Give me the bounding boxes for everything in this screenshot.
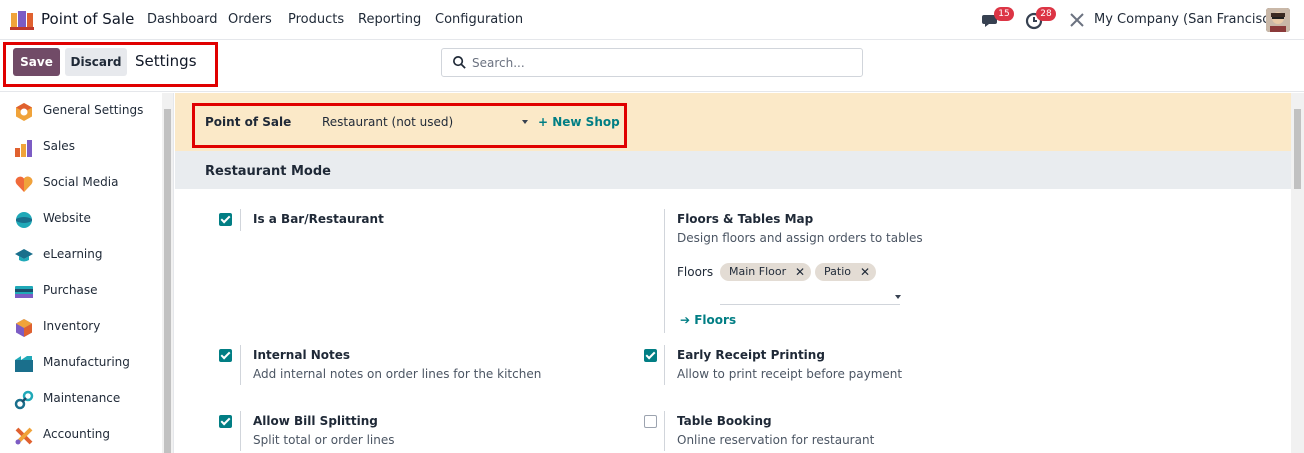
table-booking-checkbox[interactable] [644,415,657,428]
floors-link-label: Floors [694,313,737,327]
floors-input[interactable] [720,289,900,305]
sidebar-item-label: Accounting [43,427,111,441]
floor-tag-patio: Patio ✕ [815,263,876,281]
user-avatar[interactable] [1266,8,1290,32]
accounting-icon [15,427,33,445]
sidebar-item-label: Inventory [43,319,101,333]
point-of-sale-logo-icon[interactable] [10,10,34,30]
early-receipt-title: Early Receipt Printing [677,348,825,362]
bar-restaurant-title: Is a Bar/Restaurant [253,212,384,226]
sidebar-item-accounting[interactable]: Accounting [0,417,160,453]
menu-products[interactable]: Products [288,12,344,27]
table-booking-title: Table Booking [677,414,772,428]
social-media-icon [15,176,33,192]
section-title: Restaurant Mode [205,164,331,179]
sidebar-item-label: Website [43,211,91,225]
menu-orders[interactable]: Orders [228,12,272,27]
elearning-icon [15,249,33,262]
save-button[interactable]: Save [13,48,60,76]
internal-notes-title: Internal Notes [253,348,351,362]
sidebar-item-social-media[interactable]: Social Media [0,165,160,201]
sidebar-item-manufacturing[interactable]: Manufacturing [0,345,160,381]
company-switcher[interactable]: My Company (San Francisco) [1094,12,1282,27]
control-panel: Save Discard Settings [0,40,1304,92]
sidebar-item-inventory[interactable]: Inventory [0,309,160,345]
website-icon [16,212,32,228]
activities-badge: 28 [1036,7,1056,21]
sidebar-item-maintenance[interactable]: Maintenance [0,381,160,417]
bill-splitting-checkbox[interactable] [219,415,232,428]
app-name[interactable]: Point of Sale [41,10,134,28]
search-box[interactable] [441,48,863,77]
sidebar-item-label: Sales [43,139,75,153]
menu-dashboard[interactable]: Dashboard [147,12,218,27]
sales-icon [15,140,32,157]
menu-reporting[interactable]: Reporting [358,12,421,27]
menu-configuration[interactable]: Configuration [435,12,523,27]
page-title: Settings [135,52,197,70]
sidebar-scrollbar-thumb[interactable] [164,109,171,453]
remove-tag-icon[interactable]: ✕ [860,263,870,281]
sidebar-item-general-settings[interactable]: General Settings [0,93,160,129]
floors-label: Floors [677,265,714,279]
arrow-right-icon: ➔ [680,313,695,327]
remove-tag-icon[interactable]: ✕ [795,263,805,281]
floors-dropdown-caret-icon[interactable] [895,295,901,299]
sidebar-item-purchase[interactable]: Purchase [0,273,160,309]
search-input[interactable] [472,49,852,76]
divider [664,345,665,385]
floor-tag-label: Patio [824,265,851,278]
sidebar-item-label: Maintenance [43,391,121,405]
highlight-box-shop [192,103,627,148]
sidebar-item-label: General Settings [43,103,144,117]
user-avatar-icon [1266,8,1290,32]
sidebar-item-elearning[interactable]: eLearning [0,237,160,273]
main-scrollbar-thumb[interactable] [1294,109,1301,189]
bill-splitting-desc: Split total or order lines [253,433,395,447]
floors-map-title: Floors & Tables Map [677,212,814,226]
early-receipt-checkbox[interactable] [644,349,657,362]
inventory-icon [16,319,32,337]
sidebar-item-sales[interactable]: Sales [0,129,160,165]
debug-tools-icon[interactable] [1067,10,1087,30]
maintenance-icon [14,390,34,410]
sidebar-item-label: Manufacturing [43,355,130,369]
section-header: Restaurant Mode [175,151,1291,189]
search-icon [453,56,466,69]
sidebar-item-label: Purchase [43,283,98,297]
settings-main: Point of Sale Restaurant (not used) + Ne… [175,93,1304,453]
sidebar-item-label: eLearning [43,247,103,261]
internal-notes-checkbox[interactable] [219,349,232,362]
discard-button[interactable]: Discard [65,48,127,76]
divider [664,411,665,451]
sidebar-item-website[interactable]: Website [0,201,160,237]
sidebar-scrollbar[interactable] [162,93,173,453]
bar-restaurant-checkbox[interactable] [219,213,232,226]
floor-tag-label: Main Floor [729,265,787,278]
sidebar-item-label: Social Media [43,175,119,189]
divider [240,209,241,231]
top-navbar: Point of Sale Dashboard Orders Products … [0,0,1304,40]
purchase-icon [15,286,33,298]
divider [240,345,241,385]
divider [240,411,241,451]
settings-sidebar: General Settings Sales Social Media Webs… [0,93,174,453]
messages-badge: 15 [994,7,1014,21]
floor-tag-main-floor: Main Floor ✕ [720,263,811,281]
main-scrollbar[interactable] [1291,93,1304,453]
floors-link[interactable]: ➔ Floors [680,313,736,327]
manufacturing-icon [15,356,33,372]
early-receipt-desc: Allow to print receipt before payment [677,367,903,381]
bill-splitting-title: Allow Bill Splitting [253,414,378,428]
table-booking-desc: Online reservation for restaurant [677,433,875,447]
general-settings-icon [16,103,32,121]
divider [664,209,665,333]
internal-notes-desc: Add internal notes on order lines for th… [253,367,542,381]
floors-map-desc: Design floors and assign orders to table… [677,231,923,245]
